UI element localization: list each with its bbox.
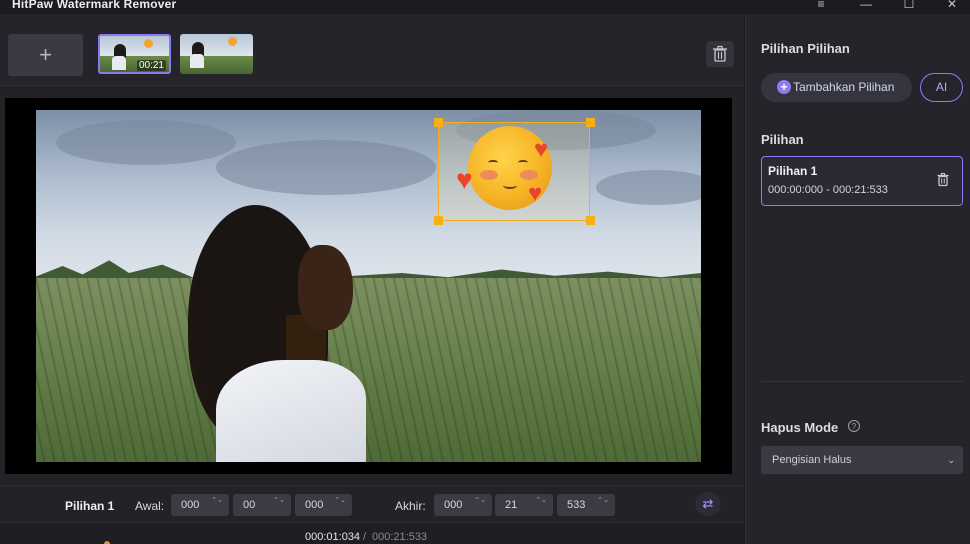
removal-mode-value: Pengisian Halus: [772, 454, 852, 466]
media-bar: + 00:21: [0, 14, 744, 86]
thumbnail-emoji: [228, 37, 237, 46]
timeline[interactable]: 000:01:034 / 000:21:533: [0, 522, 744, 544]
stepper-arrows-icon[interactable]: ⌃⌄: [597, 497, 609, 505]
plus-icon: +: [777, 80, 791, 94]
trash-icon[interactable]: [934, 171, 952, 189]
stepper-arrows-icon[interactable]: ⌃⌄: [273, 497, 285, 505]
video-grass-streaks: [36, 278, 701, 462]
start-label: Awal:: [135, 499, 165, 513]
resize-handle-top-left[interactable]: [434, 118, 443, 127]
resize-handle-top-right[interactable]: [586, 118, 595, 127]
swap-icon[interactable]: ⇄: [695, 492, 721, 516]
menu-icon[interactable]: ≡: [808, 0, 834, 12]
end-ms-value: 533: [567, 499, 586, 511]
emoji-eye: [488, 160, 498, 165]
thumbnail-shirt: [112, 56, 126, 70]
current-time: 000:01:034: [305, 531, 361, 543]
chevron-down-icon: ⌄: [947, 455, 955, 465]
stepper-arrows-icon[interactable]: ⌃⌄: [334, 497, 346, 505]
time-range-controls: Pilihan 1 Awal: 000 ⌃⌄ 00 ⌃⌄ 000 ⌃⌄ Akhi…: [0, 485, 744, 521]
heart-icon: ♥: [534, 136, 549, 163]
end-minutes-stepper[interactable]: 21 ⌃⌄: [495, 494, 553, 516]
help-icon[interactable]: ?: [848, 420, 860, 432]
heart-icon: ♥: [456, 164, 473, 195]
stepper-arrows-icon[interactable]: ⌃⌄: [474, 497, 486, 505]
selection-item-name: Pilihan 1: [768, 164, 818, 178]
resize-handle-bottom-left[interactable]: [434, 216, 443, 225]
emoji-eye: [518, 160, 528, 165]
stepper-arrows-icon[interactable]: ⌃⌄: [535, 497, 547, 505]
video-cloud: [216, 140, 436, 195]
thumbnail-emoji: [144, 39, 153, 48]
video-frame[interactable]: [36, 110, 701, 462]
resize-handle-bottom-right[interactable]: [586, 216, 595, 225]
mode-title: Hapus Mode: [761, 420, 839, 435]
video-person-shirt: [216, 360, 366, 462]
end-label: Akhir:: [395, 499, 426, 513]
trash-icon: [713, 45, 727, 62]
selections-title: Pilihan: [761, 132, 804, 147]
thumbnail-sky: [180, 34, 253, 56]
heart-icon: ♥: [528, 180, 543, 207]
selection-section-title: Pilihan Pilihan: [761, 41, 850, 56]
app-title: HitPaw Watermark Remover: [12, 0, 177, 11]
end-minutes-value: 21: [505, 499, 518, 511]
thumbnail-shirt: [190, 54, 204, 68]
video-person-face: [298, 245, 353, 330]
ai-button[interactable]: AI: [920, 73, 963, 102]
thumbnail-duration: 00:21: [136, 60, 166, 71]
removal-mode-select[interactable]: Pengisian Halus ⌄: [761, 446, 963, 474]
start-ms-stepper[interactable]: 000 ⌃⌄: [295, 494, 352, 516]
emoji-cheek: [520, 170, 538, 180]
time-separator: /: [363, 531, 367, 543]
start-ms-value: 000: [305, 499, 324, 511]
end-hours-stepper[interactable]: 000 ⌃⌄: [434, 494, 492, 516]
maximize-button[interactable]: ☐: [896, 0, 922, 12]
thumbnail-sky: [100, 36, 169, 56]
media-thumbnail[interactable]: [180, 34, 253, 74]
start-minutes-value: 00: [243, 499, 256, 511]
emoji-cheek: [480, 170, 498, 180]
start-hours-value: 000: [181, 499, 200, 511]
close-button[interactable]: ✕: [939, 0, 965, 12]
sidebar-divider: [761, 381, 963, 382]
selection-label: Pilihan 1: [65, 499, 115, 513]
minimize-button[interactable]: —: [853, 0, 879, 12]
delete-media-button[interactable]: [706, 41, 734, 67]
start-minutes-stepper[interactable]: 00 ⌃⌄: [233, 494, 291, 516]
media-thumbnail[interactable]: 00:21: [98, 34, 171, 74]
emoji-mouth: [503, 182, 517, 189]
total-time: 000:21:533: [372, 531, 428, 543]
end-ms-stepper[interactable]: 533 ⌃⌄: [557, 494, 615, 516]
video-cloud: [56, 120, 236, 165]
end-hours-value: 000: [444, 499, 463, 511]
selection-item-range: 000:00:000 - 000:21:533: [768, 184, 888, 196]
add-media-button[interactable]: +: [8, 34, 83, 76]
stepper-arrows-icon[interactable]: ⌃⌄: [211, 497, 223, 505]
start-hours-stepper[interactable]: 000 ⌃⌄: [171, 494, 229, 516]
